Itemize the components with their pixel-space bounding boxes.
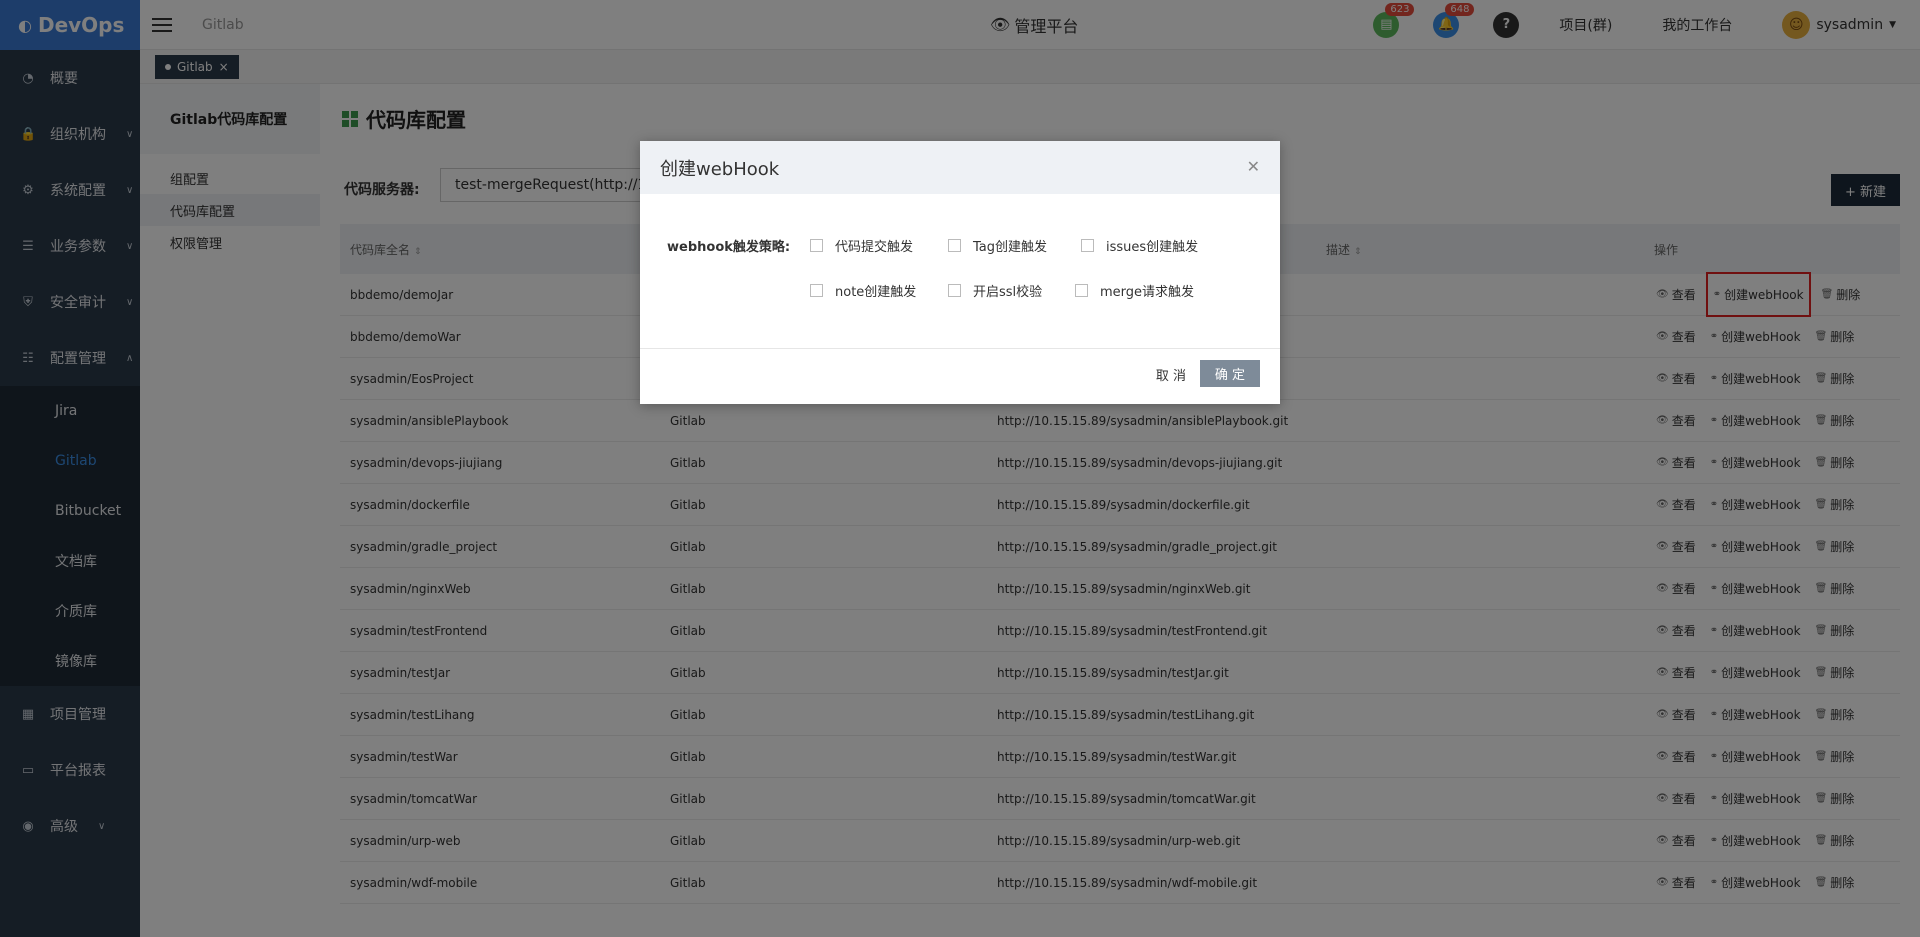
cancel-button[interactable]: 取 消 [1156,365,1186,384]
dialog-footer: 取 消 确 定 [640,348,1280,404]
dialog-header: 创建webHook ✕ [640,141,1280,194]
checkbox-box[interactable] [810,239,823,252]
checkbox-label: 代码提交触发 [835,240,914,255]
dialog-body: webhook触发策略: 代码提交触发 Tag创建触发 issues创建触发 n… [640,194,1280,348]
checkbox-box[interactable] [810,284,823,297]
checkbox-note-trigger[interactable]: note创建触发 [810,281,916,300]
close-icon[interactable]: ✕ [1247,157,1260,176]
checkbox-label: Tag创建触发 [973,240,1048,255]
checkbox-label: 开启ssl校验 [973,285,1043,300]
create-webhook-dialog: 创建webHook ✕ webhook触发策略: 代码提交触发 Tag创建触发 … [640,141,1280,404]
checkbox-box[interactable] [948,239,961,252]
checkbox-box[interactable] [948,284,961,297]
checkbox-label: note创建触发 [835,285,917,300]
checkbox-label: merge请求触发 [1100,285,1195,300]
checkbox-merge-trigger[interactable]: merge请求触发 [1075,281,1194,300]
checkbox-commit-trigger[interactable]: 代码提交触发 [810,236,913,255]
confirm-button[interactable]: 确 定 [1200,360,1260,387]
checkbox-ssl-verify[interactable]: 开启ssl校验 [948,281,1042,300]
dialog-title: 创建webHook [660,158,780,180]
checkbox-label: issues创建触发 [1106,240,1199,255]
checkbox-box[interactable] [1075,284,1088,297]
checkbox-issues-trigger[interactable]: issues创建触发 [1081,236,1198,255]
checkbox-tag-trigger[interactable]: Tag创建触发 [948,236,1047,255]
strategy-label: webhook触发策略: [667,240,791,255]
checkbox-box[interactable] [1081,239,1094,252]
